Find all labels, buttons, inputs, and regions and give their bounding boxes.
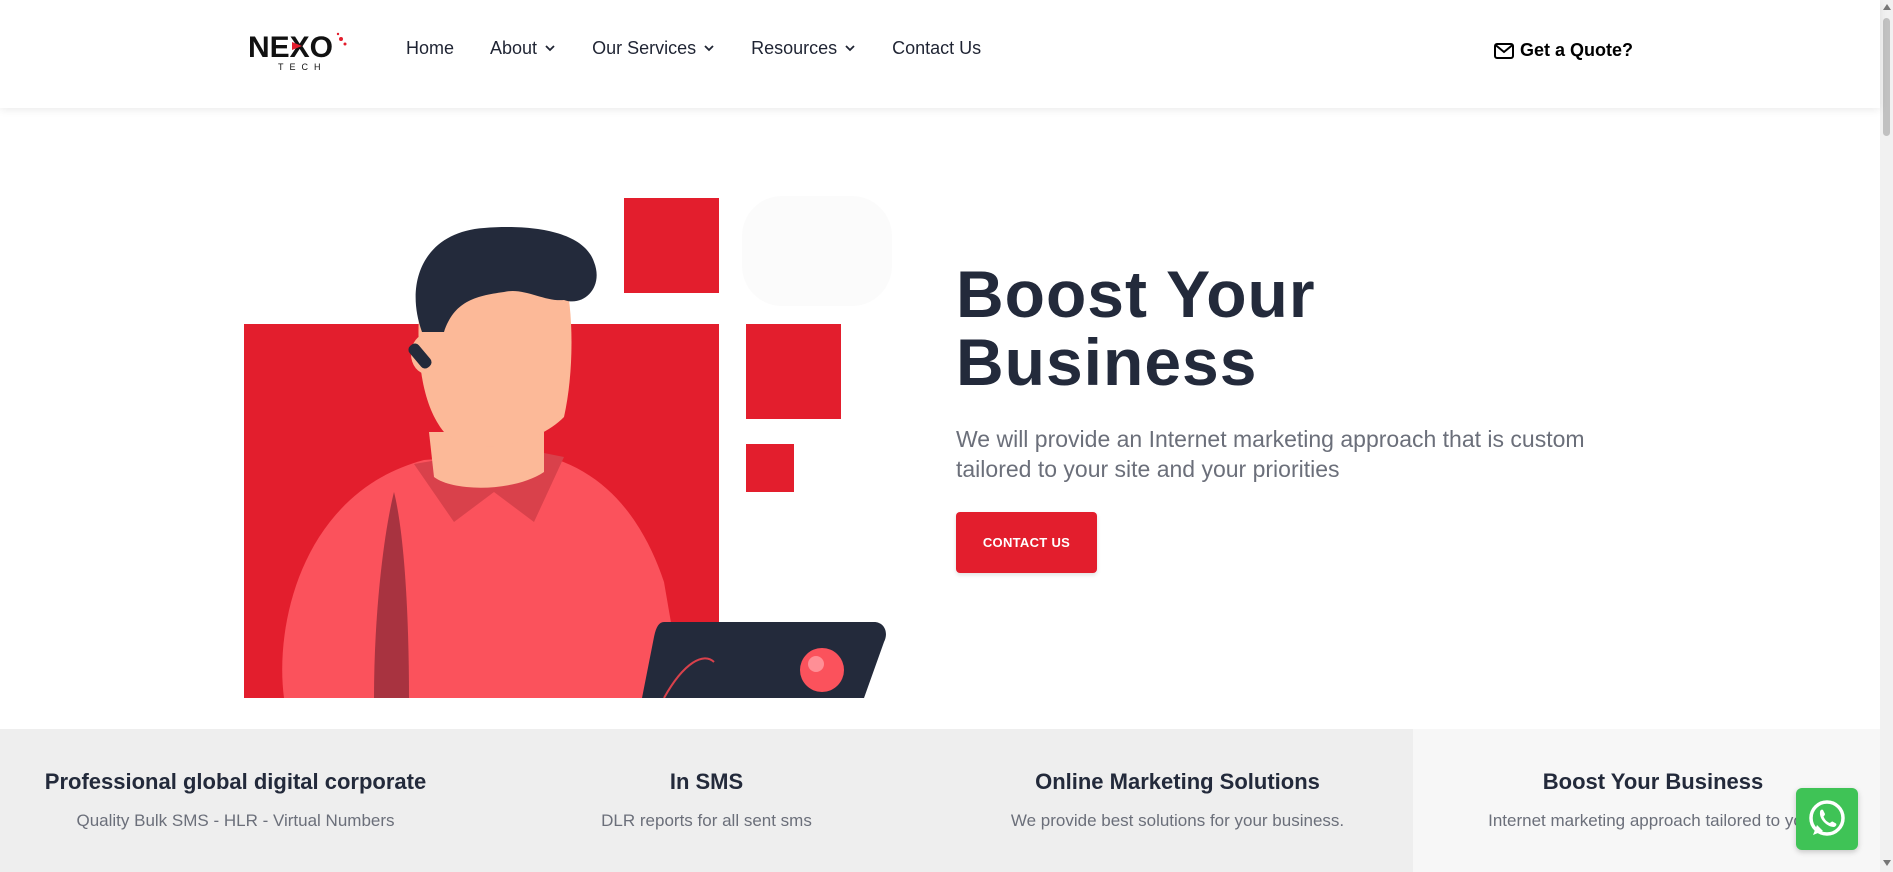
feature-title: Professional global digital corporate (44, 769, 427, 794)
feature-description: DLR reports for all sent sms (601, 811, 812, 830)
logo-subtext: TECH (278, 62, 327, 72)
get-a-quote-link[interactable]: Get a Quote? (1494, 40, 1633, 61)
scrollbar-thumb[interactable] (1883, 18, 1890, 136)
whatsapp-icon (1809, 800, 1845, 836)
page-scrollbar[interactable] (1880, 0, 1893, 872)
feature-card: Online Marketing Solutions We provide be… (942, 729, 1413, 872)
whatsapp-chat-button[interactable] (1796, 788, 1858, 850)
chevron-down-icon (545, 45, 555, 52)
contact-us-button[interactable]: CONTACT US (956, 512, 1097, 573)
feature-title: Online Marketing Solutions (1035, 769, 1320, 794)
nav-item-label: Our Services (592, 37, 697, 58)
nexo-tech-logo[interactable]: NEXO TECH (248, 30, 348, 74)
logo-wordmark: NEXO (248, 31, 333, 64)
nav-item-label: Resources (751, 37, 838, 58)
get-a-quote-label: Get a Quote? (1520, 40, 1634, 60)
envelope-icon (1494, 42, 1514, 59)
feature-strip: Professional global digital corporate Qu… (0, 729, 1893, 872)
nav-item-our-services[interactable]: Our Services (592, 36, 715, 60)
feature-card: Professional global digital corporate Qu… (0, 729, 471, 872)
nav-item-home[interactable]: Home (406, 36, 454, 60)
scroll-up-arrow-icon[interactable] (1883, 4, 1891, 10)
nav-item-contact-us[interactable]: Contact Us (892, 36, 981, 60)
feature-title: In SMS (669, 769, 744, 794)
feature-description: We provide best solutions for your busin… (1010, 811, 1345, 830)
feature-description: Quality Bulk SMS - HLR - Virtual Numbers (76, 811, 395, 830)
nav-item-label: Home (406, 37, 455, 58)
hero-subtitle: We will provide an Internet marketing ap… (956, 426, 1585, 482)
hero-title-line-1: Boost Your (956, 257, 1316, 331)
site-header: NEXO TECH Home About Our Services Resour… (0, 0, 1880, 108)
hero-title-line-2: Business (956, 325, 1258, 399)
nav-item-resources[interactable]: Resources (751, 36, 856, 60)
man-with-laptop-illustration (244, 192, 904, 699)
nav-item-about[interactable]: About (490, 36, 556, 60)
main-nav: Home About Our Services Resources Contac… (406, 36, 1017, 60)
feature-card: In SMS DLR reports for all sent sms (471, 729, 942, 872)
scroll-down-arrow-icon[interactable] (1883, 860, 1891, 866)
hero-title: Boost Your Business (956, 260, 1576, 396)
chevron-down-icon (704, 45, 714, 52)
nav-item-label: Contact Us (892, 37, 982, 58)
chevron-down-icon (845, 45, 855, 52)
nav-item-label: About (490, 37, 538, 58)
